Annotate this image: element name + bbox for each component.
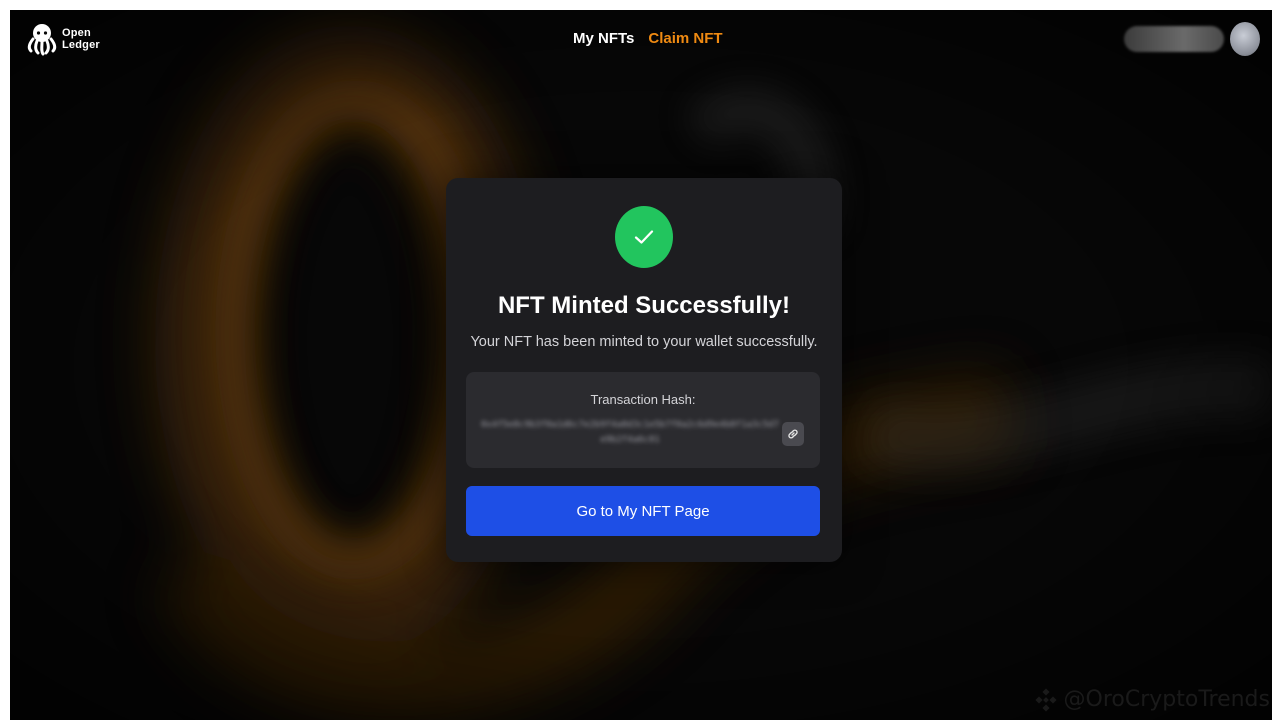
watermark: @OroCryptoTrends <box>1034 687 1271 712</box>
binance-square-icon <box>1034 687 1057 712</box>
octopus-logo-icon <box>27 24 57 56</box>
transaction-hash-label: Transaction Hash: <box>590 392 696 407</box>
success-badge <box>615 206 673 268</box>
transaction-hash-box: Transaction Hash: 0x4f5e8c9b3f0a1d6c7e2b… <box>466 372 820 468</box>
logo-line-open: Open <box>62 27 91 39</box>
logo-wordmark: Open Ledger <box>62 27 100 51</box>
transaction-hash-value: 0x4f5e8c9b3f0a1d6c7e2b9f4a8d3c1e5b7f0a2c… <box>480 420 779 445</box>
user-avatar[interactable] <box>1230 22 1260 56</box>
link-icon <box>788 429 798 439</box>
watermark-text: @OroCryptoTrends <box>1063 687 1271 712</box>
top-nav-bar: Open Ledger My NFTs Claim NFT <box>10 10 1272 70</box>
check-icon <box>634 230 654 244</box>
open-transaction-link-button[interactable] <box>782 422 804 446</box>
modal-subtitle: Your NFT has been minted to your wallet … <box>470 334 818 350</box>
logo-line-ledger: Ledger <box>62 39 100 51</box>
nav-claim-nft[interactable]: Claim NFT <box>648 30 722 47</box>
go-to-my-nft-page-button[interactable]: Go to My NFT Page <box>466 486 820 536</box>
mint-success-modal: NFT Minted Successfully! Your NFT has be… <box>446 178 842 562</box>
nav-my-nfts[interactable]: My NFTs <box>573 30 634 47</box>
app-logo[interactable]: Open Ledger <box>26 22 100 56</box>
main-nav: My NFTs Claim NFT <box>573 30 723 47</box>
app-screen: Open Ledger My NFTs Claim NFT NFT Minted… <box>10 10 1272 720</box>
modal-title: NFT Minted Successfully! <box>497 292 791 319</box>
wallet-address-pill[interactable] <box>1124 26 1224 52</box>
